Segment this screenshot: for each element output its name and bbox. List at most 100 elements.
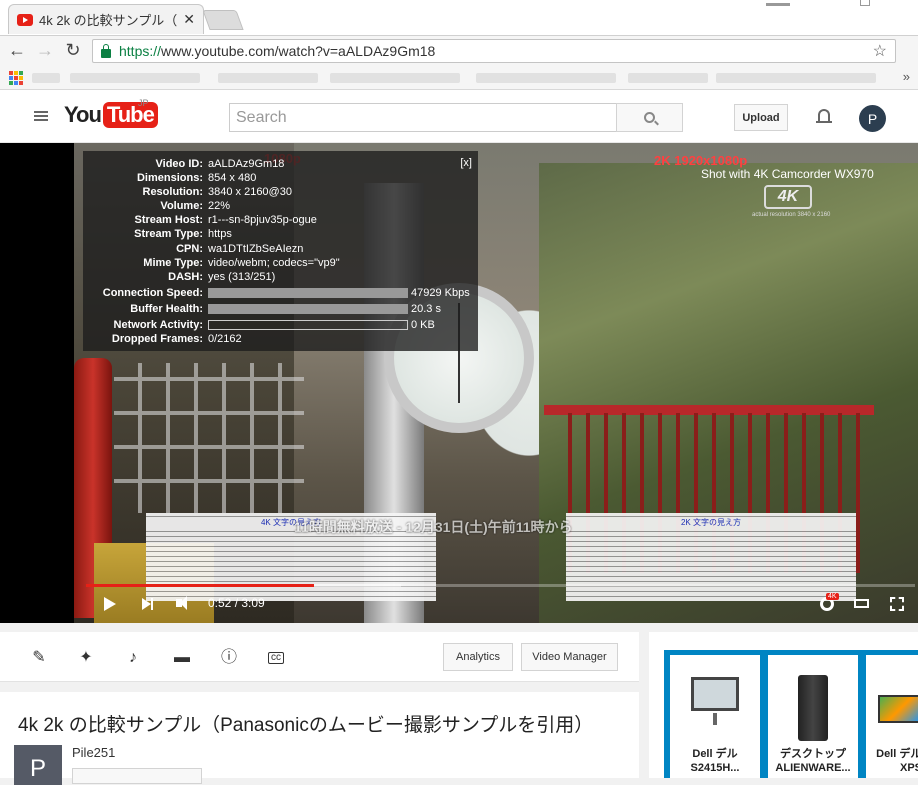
annotations-icon[interactable]: ▬ bbox=[173, 649, 191, 667]
ad-card: Dell デル S2415H... デスクトップ ALIENWARE... De… bbox=[649, 632, 918, 778]
youtube-logo[interactable]: You Tube JP bbox=[64, 98, 158, 128]
monitor-stand-image bbox=[713, 713, 717, 725]
enhancements-wand-icon[interactable]: ✦ bbox=[77, 649, 95, 667]
reload-icon[interactable]: ↻ bbox=[62, 40, 84, 61]
search-input[interactable]: Search bbox=[229, 103, 617, 132]
forward-arrow-icon[interactable]: → bbox=[34, 40, 56, 61]
bookmark-item[interactable] bbox=[716, 73, 876, 83]
theater-mode-icon[interactable] bbox=[854, 599, 869, 608]
notifications-bell-icon[interactable] bbox=[816, 107, 832, 125]
logo-tube: Tube bbox=[102, 102, 158, 128]
youtube-favicon-icon bbox=[17, 13, 33, 26]
channel-name[interactable]: Pile251 bbox=[72, 745, 115, 760]
text-panel-2k-title: 2K 文字の見え方 bbox=[566, 517, 856, 528]
current-time: 0:52 bbox=[208, 596, 232, 610]
bookmarks-overflow[interactable]: » bbox=[903, 69, 910, 84]
audio-note-icon[interactable]: ♪ bbox=[124, 649, 142, 667]
ad-item-name: Dell デル ーズ XPS bbox=[876, 748, 918, 774]
channel-settings-button[interactable] bbox=[72, 768, 202, 784]
close-tab-icon[interactable]: ✕ bbox=[183, 11, 195, 28]
stats-row: Stream Type: https bbox=[134, 228, 232, 241]
edit-pencil-icon[interactable]: ✎ bbox=[30, 649, 48, 667]
bookmark-item[interactable] bbox=[218, 73, 318, 83]
logo-you: You bbox=[64, 102, 102, 127]
overlay-4k-subtext: actual resolution 3840 x 2160 bbox=[752, 212, 831, 218]
bookmark-star-icon[interactable]: ☆ bbox=[873, 41, 887, 61]
stats-row-connection-speed: Connection Speed: 47929 Kbps bbox=[102, 286, 470, 299]
info-icon[interactable]: ⓘ bbox=[220, 649, 238, 667]
creator-toolbar: ✎ ✦ ♪ ▬ ⓘ cc Analytics Video Manager bbox=[0, 632, 639, 682]
bookmark-item[interactable] bbox=[330, 73, 460, 83]
video-burned-subtitle: 11時間無料放送 - 12月31日(土)午前11時から bbox=[294, 519, 573, 535]
progress-played bbox=[86, 584, 314, 587]
progress-bar[interactable] bbox=[86, 584, 915, 587]
new-tab-button[interactable] bbox=[202, 10, 244, 30]
stats-row: CPN: wa1DTtIZbSeAIezn bbox=[176, 242, 304, 255]
back-arrow-icon[interactable]: ← bbox=[6, 40, 28, 61]
stats-row: Volume: 22% bbox=[160, 200, 231, 213]
logo-region: JP bbox=[138, 98, 149, 108]
stats-close-button[interactable]: [x] bbox=[460, 157, 472, 169]
upload-button[interactable]: Upload bbox=[734, 104, 788, 131]
video-title: 4k 2k の比較サンプル（Panasonicのムービー撮影サンプルを引用） bbox=[18, 715, 594, 736]
subtitles-cc-icon[interactable]: cc bbox=[268, 652, 284, 664]
time-display: 0:52 / 3:09 bbox=[208, 596, 265, 610]
connection-speed-bar bbox=[208, 287, 408, 298]
overlay-4k-logo: 4K bbox=[764, 185, 812, 209]
stats-row: Resolution: 3840 x 2160@30 bbox=[142, 186, 292, 199]
address-bar[interactable]: https:// www.youtube.com/watch?v=aALDAz9… bbox=[92, 39, 896, 63]
lock-icon bbox=[101, 43, 111, 58]
bookmark-item[interactable] bbox=[32, 73, 60, 83]
stats-for-nerds-panel: [x] Video ID: aALDAz9Gm18 Dimensions: 854 … bbox=[83, 151, 478, 351]
laptop-image bbox=[878, 695, 918, 723]
quality-badge: 4K bbox=[826, 593, 839, 600]
channel-avatar[interactable]: P bbox=[14, 745, 62, 785]
video-info-card: 4k 2k の比較サンプル（Panasonicのムービー撮影サンプルを引用） P… bbox=[0, 692, 639, 785]
fullscreen-icon[interactable] bbox=[890, 597, 904, 611]
volume-icon[interactable] bbox=[176, 596, 187, 610]
menu-icon[interactable] bbox=[34, 111, 48, 121]
play-icon[interactable] bbox=[104, 597, 116, 611]
browser-tab-bar: 4k 2k の比較サンプル（Pa ✕ bbox=[0, 0, 918, 36]
maximize-window-icon[interactable] bbox=[860, 0, 870, 6]
bookmarks-bar: » bbox=[0, 66, 918, 90]
ad-item[interactable]: Dell デル S2415H... bbox=[670, 655, 760, 778]
ad-item[interactable]: Dell デル ーズ XPS bbox=[866, 655, 918, 778]
bookmark-item[interactable] bbox=[628, 73, 708, 83]
analytics-button[interactable]: Analytics bbox=[443, 643, 513, 671]
browser-tab[interactable]: 4k 2k の比較サンプル（Pa ✕ bbox=[8, 4, 204, 34]
stats-row-network-activity: Network Activity: 0 KB bbox=[113, 319, 435, 332]
stats-row: Dimensions: 854 x 480 bbox=[136, 172, 257, 185]
bookmark-item[interactable] bbox=[476, 73, 616, 83]
stats-row: Video ID: aALDAz9Gm18 bbox=[155, 158, 285, 170]
monitor-image bbox=[691, 677, 739, 711]
overlay-resolution-2k: 2K 1920x1080p bbox=[654, 153, 748, 168]
tab-title: 4k 2k の比較サンプル（Pa bbox=[39, 13, 178, 28]
next-video-icon[interactable] bbox=[142, 598, 153, 610]
buffer-health-bar bbox=[208, 303, 408, 314]
video-player[interactable]: 1080p 2K 1920x1080p Shot with 4K Camcord… bbox=[0, 143, 918, 623]
url-text: www.youtube.com/watch?v=aALDAz9Gm18 bbox=[161, 43, 436, 59]
video-scene-window bbox=[114, 363, 304, 513]
youtube-header: You Tube JP Search Upload P bbox=[0, 90, 918, 143]
duration: 3:09 bbox=[241, 596, 265, 610]
bookmark-item[interactable] bbox=[70, 73, 200, 83]
desktop-tower-image bbox=[798, 675, 828, 741]
network-activity-bar bbox=[208, 320, 408, 331]
stats-row: DASH: yes (313/251) bbox=[168, 270, 276, 283]
stats-row: Dropped Frames: 0/2162 bbox=[111, 333, 242, 346]
video-manager-button[interactable]: Video Manager bbox=[521, 643, 618, 671]
dell-ad-banner[interactable]: Dell デル S2415H... デスクトップ ALIENWARE... De… bbox=[664, 650, 918, 778]
ad-item[interactable]: デスクトップ ALIENWARE... bbox=[768, 655, 858, 778]
stats-row: Mime Type: video/webm; codecs="vp9" bbox=[143, 256, 340, 269]
search-icon bbox=[644, 112, 655, 123]
stats-row-buffer-health: Buffer Health: 20.3 s bbox=[130, 302, 441, 315]
account-avatar[interactable]: P bbox=[859, 105, 886, 132]
apps-grid-icon[interactable] bbox=[9, 71, 23, 85]
minimize-window-icon[interactable] bbox=[766, 3, 790, 11]
url-scheme: https:// bbox=[119, 43, 162, 59]
overlay-camera-caption: Shot with 4K Camcorder WX970 bbox=[701, 167, 874, 181]
text-panel-2k: 2K 文字の見え方 bbox=[566, 513, 856, 601]
player-controls: 0:52 / 3:09 4K bbox=[86, 593, 916, 617]
search-button[interactable] bbox=[616, 103, 683, 132]
